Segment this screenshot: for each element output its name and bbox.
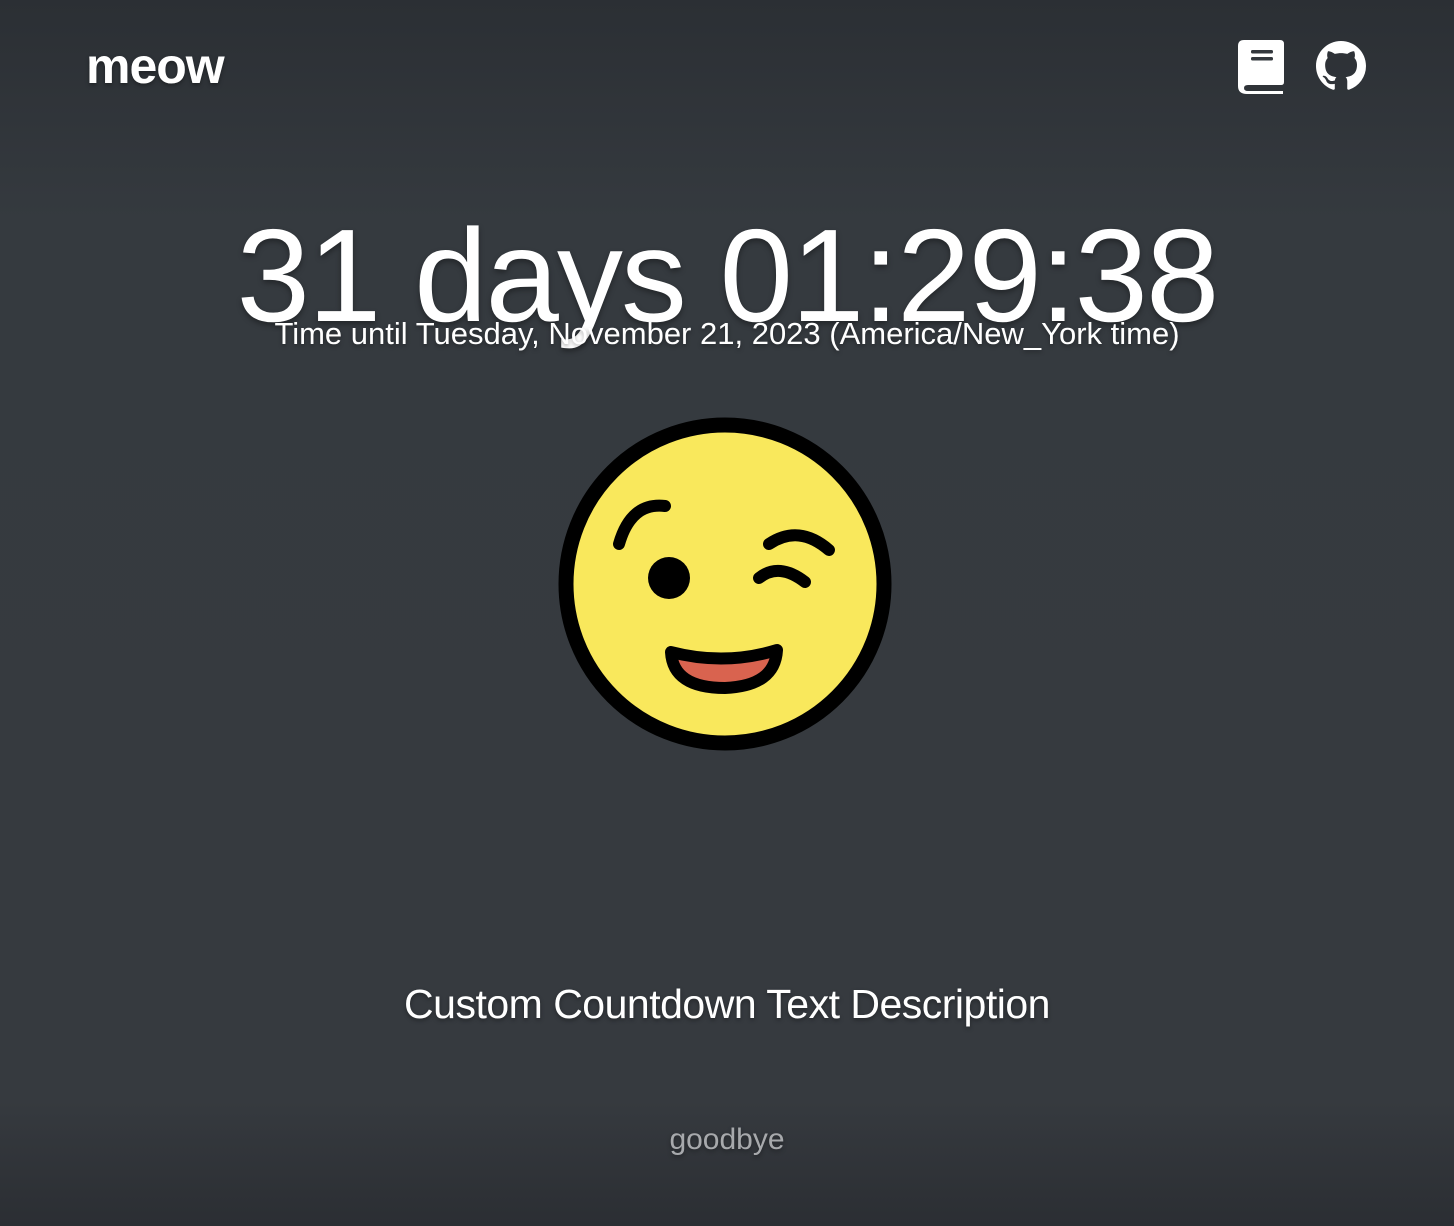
emoji-face (558, 417, 892, 751)
footer-text: goodbye (669, 1123, 785, 1156)
emoji-left-eye (648, 557, 690, 599)
winking-face-emoji (557, 416, 893, 752)
header-icons (1236, 38, 1366, 94)
brand-title[interactable]: meow (86, 36, 225, 96)
countdown-target-date: Time until Tuesday, November 21, 2023 (A… (274, 316, 1180, 351)
github-icon[interactable] (1316, 38, 1366, 94)
book-icon[interactable] (1236, 38, 1286, 94)
countdown-description: Custom Countdown Text Description (404, 981, 1050, 1027)
emoji-mouth (665, 644, 783, 694)
